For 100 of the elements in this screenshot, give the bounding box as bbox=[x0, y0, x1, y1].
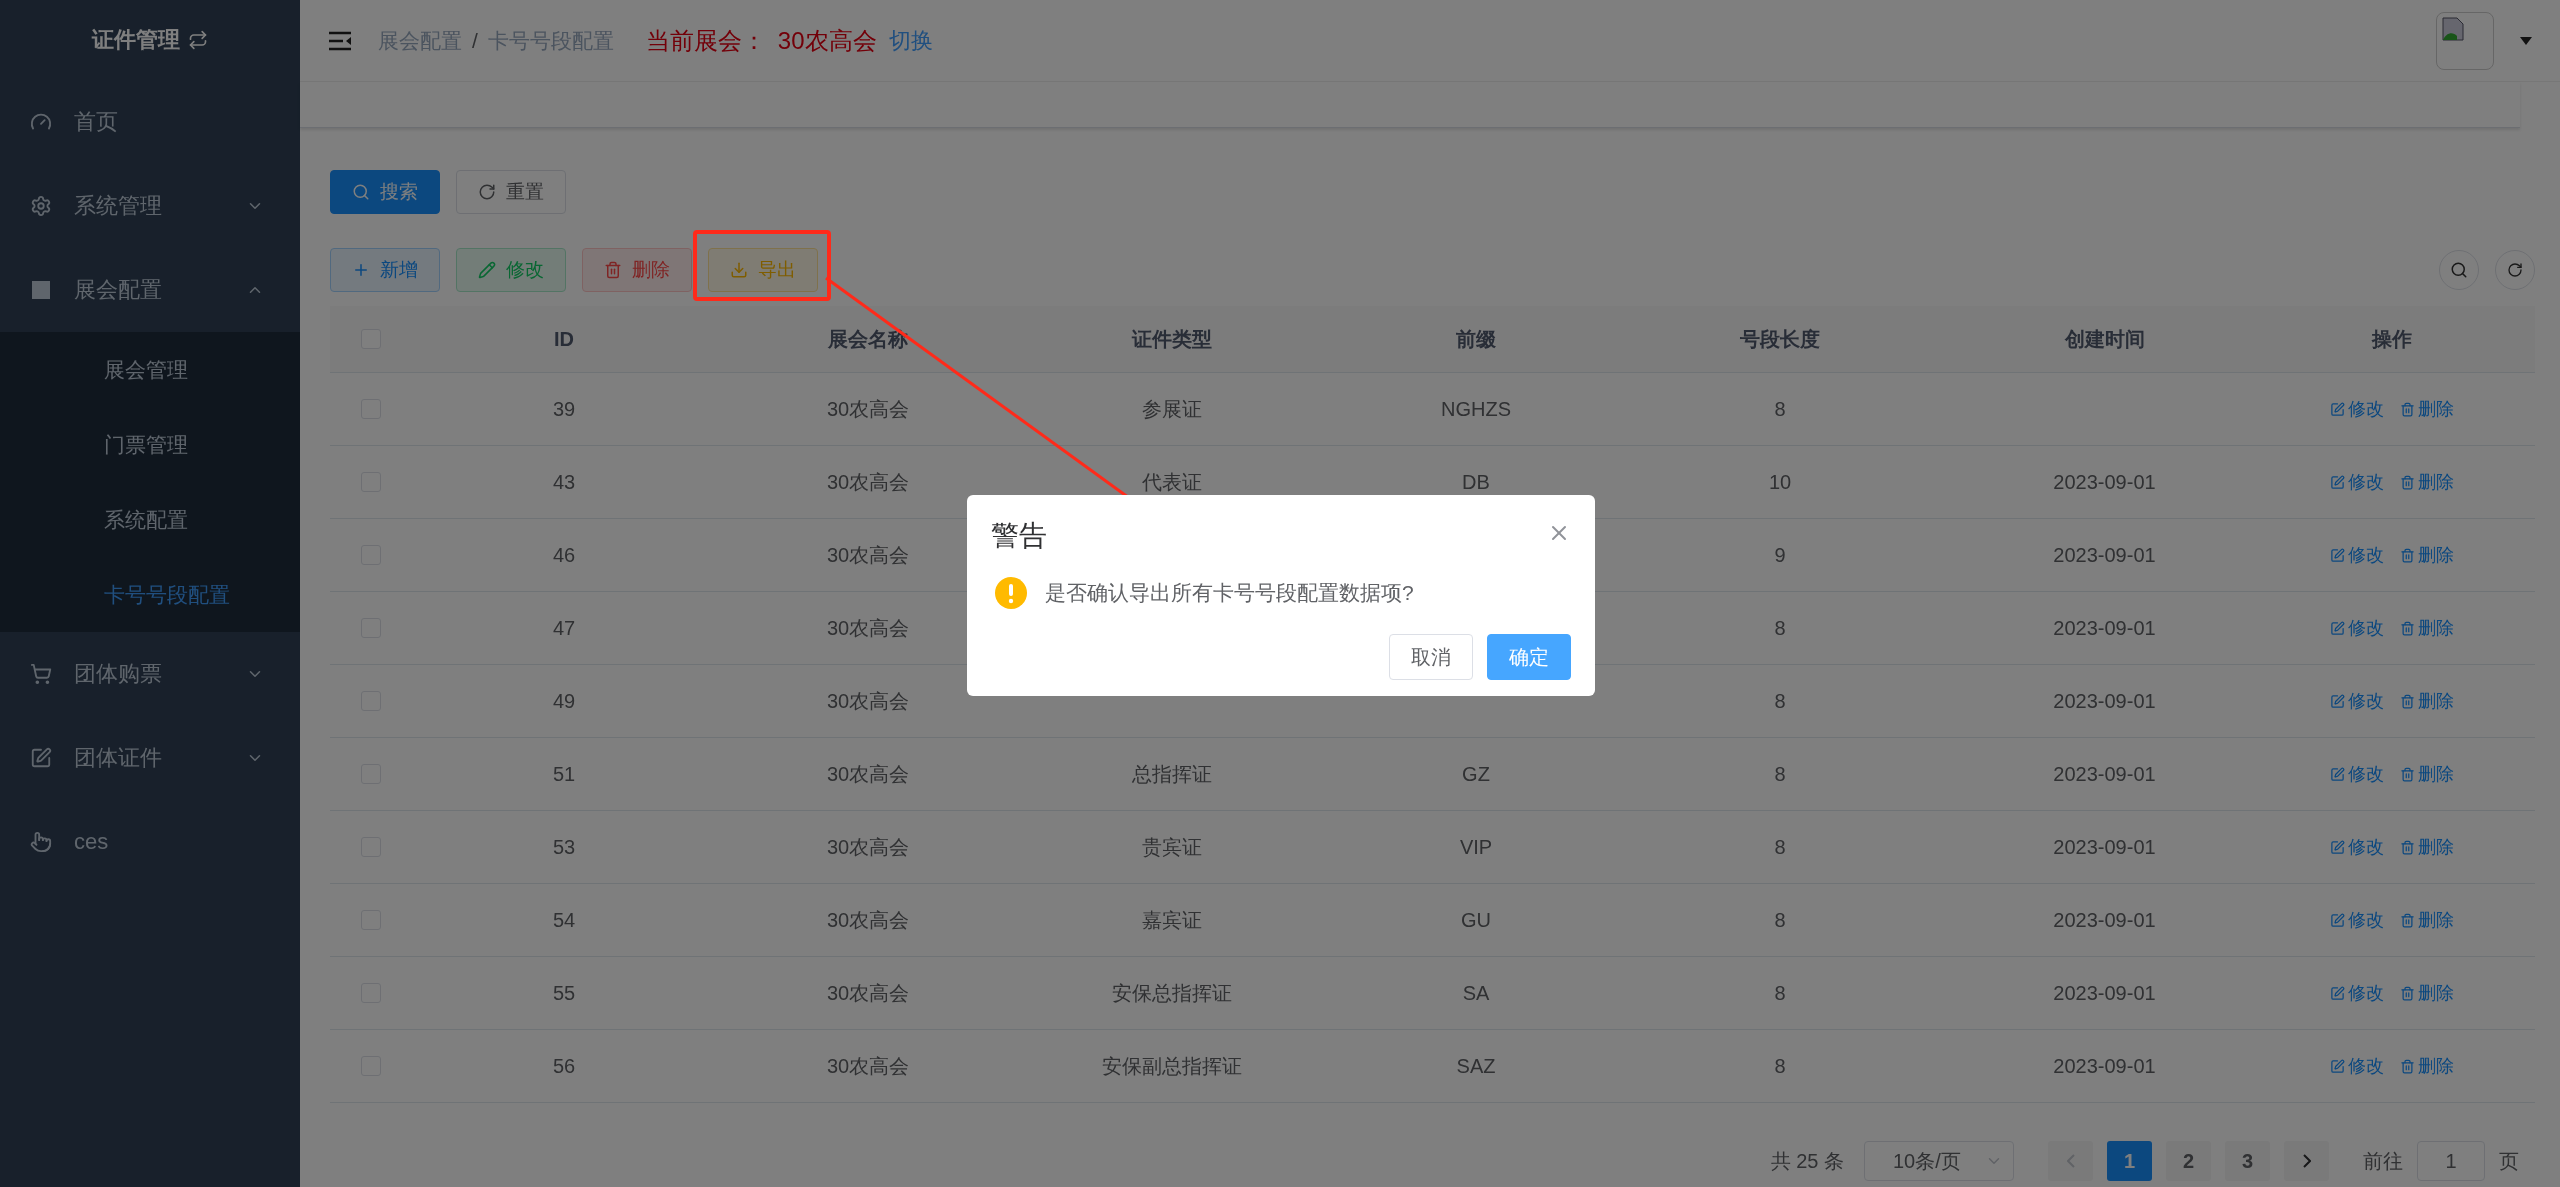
current-expo-label: 当前展会： bbox=[645, 25, 766, 56]
column-header: 号段长度 bbox=[1739, 326, 1821, 352]
table-cell-text: 2023-09-01 bbox=[2052, 981, 2157, 1005]
edit-icon bbox=[30, 747, 52, 769]
menu-item[interactable]: 团体证件 bbox=[0, 716, 300, 800]
table-cell-text: 30农高会 bbox=[825, 396, 911, 422]
goto-page-field[interactable]: 1 bbox=[2417, 1141, 2485, 1181]
edit-link[interactable]: 修改 bbox=[2329, 397, 2384, 421]
table-cell-text: 2023-09-01 bbox=[2052, 1054, 2157, 1078]
delete-link[interactable]: 删除 bbox=[2399, 835, 2454, 859]
search-toggle-button[interactable] bbox=[2439, 250, 2479, 290]
table-cell-text: 30农高会 bbox=[825, 542, 911, 568]
breadcrumb-separator: / bbox=[472, 28, 478, 53]
plus-icon bbox=[352, 261, 370, 279]
delete-link[interactable]: 删除 bbox=[2399, 470, 2454, 494]
menu-item[interactable]: 首页 bbox=[0, 80, 300, 164]
switch-link[interactable]: 切换 bbox=[888, 25, 933, 56]
menu-item[interactable]: ces bbox=[0, 800, 300, 884]
edit-link[interactable]: 修改 bbox=[2329, 616, 2384, 640]
submenu-item[interactable]: 门票管理 bbox=[0, 407, 300, 482]
edit-link[interactable]: 修改 bbox=[2329, 835, 2384, 859]
table-cell-text: 30农高会 bbox=[825, 761, 911, 787]
delete-link[interactable]: 删除 bbox=[2399, 543, 2454, 567]
delete-link[interactable]: 删除 bbox=[2399, 908, 2454, 932]
table-cell-text: 30农高会 bbox=[825, 834, 911, 860]
refresh-button[interactable] bbox=[2495, 250, 2535, 290]
page-size-select[interactable]: 10条/页 bbox=[1864, 1141, 2014, 1181]
page-button[interactable]: 3 bbox=[2225, 1141, 2270, 1181]
table-cell-text: 9 bbox=[1773, 543, 1787, 567]
dialog-message: 是否确认导出所有卡号号段配置数据项? bbox=[1045, 580, 1414, 606]
table-cell-text: 53 bbox=[551, 835, 577, 859]
table-cell-text: 2023-09-01 bbox=[2052, 689, 2157, 713]
column-header: ID bbox=[553, 327, 575, 351]
table-cell-text: 30农高会 bbox=[825, 615, 911, 641]
edit-button[interactable]: 修改 bbox=[456, 248, 566, 292]
edit-link[interactable]: 修改 bbox=[2329, 689, 2384, 713]
app-title: 证件管理 bbox=[92, 26, 180, 54]
column-header: 前缀 bbox=[1455, 326, 1497, 352]
delete-link[interactable]: 删除 bbox=[2399, 689, 2454, 713]
edit-link[interactable]: 修改 bbox=[2329, 470, 2384, 494]
table-cell-text: 8 bbox=[1773, 762, 1787, 786]
edit-icon bbox=[2329, 401, 2345, 417]
trash-icon bbox=[2399, 620, 2415, 636]
edit-icon bbox=[2329, 839, 2345, 855]
submenu-item[interactable]: 展会管理 bbox=[0, 332, 300, 407]
table-cell-text: 2023-09-01 bbox=[2052, 835, 2157, 859]
swap-icon bbox=[188, 30, 208, 50]
table-cell-text: VIP bbox=[1458, 835, 1494, 859]
next-page-button[interactable] bbox=[2284, 1141, 2329, 1181]
avatar-broken-image[interactable] bbox=[2436, 11, 2494, 70]
table-cell-text: GZ bbox=[1461, 762, 1491, 786]
confirm-button[interactable]: 确定 bbox=[1487, 634, 1571, 680]
table-cell-text: DB bbox=[1461, 470, 1491, 494]
table-cell-text: 30农高会 bbox=[825, 688, 911, 714]
table-cell-text: SA bbox=[1461, 981, 1491, 1005]
delete-link[interactable]: 删除 bbox=[2399, 397, 2454, 421]
edit-link[interactable]: 修改 bbox=[2329, 1054, 2384, 1078]
total-count: 共 25 条 bbox=[1770, 1148, 1844, 1174]
edit-icon bbox=[2329, 474, 2345, 490]
caret-down-icon bbox=[2520, 36, 2532, 45]
add-button[interactable]: 新增 bbox=[330, 248, 440, 292]
delete-link[interactable]: 删除 bbox=[2399, 1054, 2454, 1078]
download-icon bbox=[730, 261, 748, 279]
delete-button[interactable]: 删除 bbox=[582, 248, 692, 292]
page-button[interactable]: 2 bbox=[2166, 1141, 2211, 1181]
edit-icon bbox=[2329, 985, 2345, 1001]
delete-link[interactable]: 删除 bbox=[2399, 981, 2454, 1005]
table-cell-text: 55 bbox=[551, 981, 577, 1005]
table-cell-text: 51 bbox=[551, 762, 577, 786]
trash-icon bbox=[2399, 839, 2415, 855]
edit-link[interactable]: 修改 bbox=[2329, 543, 2384, 567]
chevron-right-icon bbox=[2302, 1154, 2311, 1168]
submenu-item[interactable]: 卡号号段配置 bbox=[0, 557, 300, 632]
cart-icon bbox=[30, 663, 52, 685]
delete-link[interactable]: 删除 bbox=[2399, 616, 2454, 640]
cancel-button[interactable]: 取消 bbox=[1389, 634, 1473, 680]
table-cell-text: 10 bbox=[1767, 470, 1793, 494]
edit-icon bbox=[2329, 766, 2345, 782]
reset-button[interactable]: 重置 bbox=[456, 170, 566, 214]
edit-link[interactable]: 修改 bbox=[2329, 981, 2384, 1005]
page-button[interactable]: 1 bbox=[2107, 1141, 2152, 1181]
delete-link[interactable]: 删除 bbox=[2399, 762, 2454, 786]
menu-item[interactable]: 系统管理 bbox=[0, 164, 300, 248]
gear-icon bbox=[30, 195, 52, 217]
column-header: 操作 bbox=[2370, 326, 2413, 352]
table-cell-text: 8 bbox=[1773, 835, 1787, 859]
table-cell-text: 30农高会 bbox=[825, 1053, 911, 1079]
trash-icon bbox=[2399, 1058, 2415, 1074]
hand-pointer-icon bbox=[30, 831, 52, 853]
edit-link[interactable]: 修改 bbox=[2329, 762, 2384, 786]
export-button[interactable]: 导出 bbox=[708, 248, 818, 292]
submenu-item[interactable]: 系统配置 bbox=[0, 482, 300, 557]
menu-item[interactable]: 团体购票 bbox=[0, 632, 300, 716]
menu-item[interactable]: 展会配置 bbox=[0, 248, 300, 332]
table-cell-text: 8 bbox=[1773, 981, 1787, 1005]
goto-label: 前往 bbox=[2363, 1148, 2403, 1174]
edit-icon bbox=[2329, 912, 2345, 928]
prev-page-button[interactable] bbox=[2048, 1141, 2093, 1181]
edit-link[interactable]: 修改 bbox=[2329, 908, 2384, 932]
search-button[interactable]: 搜索 bbox=[330, 170, 440, 214]
